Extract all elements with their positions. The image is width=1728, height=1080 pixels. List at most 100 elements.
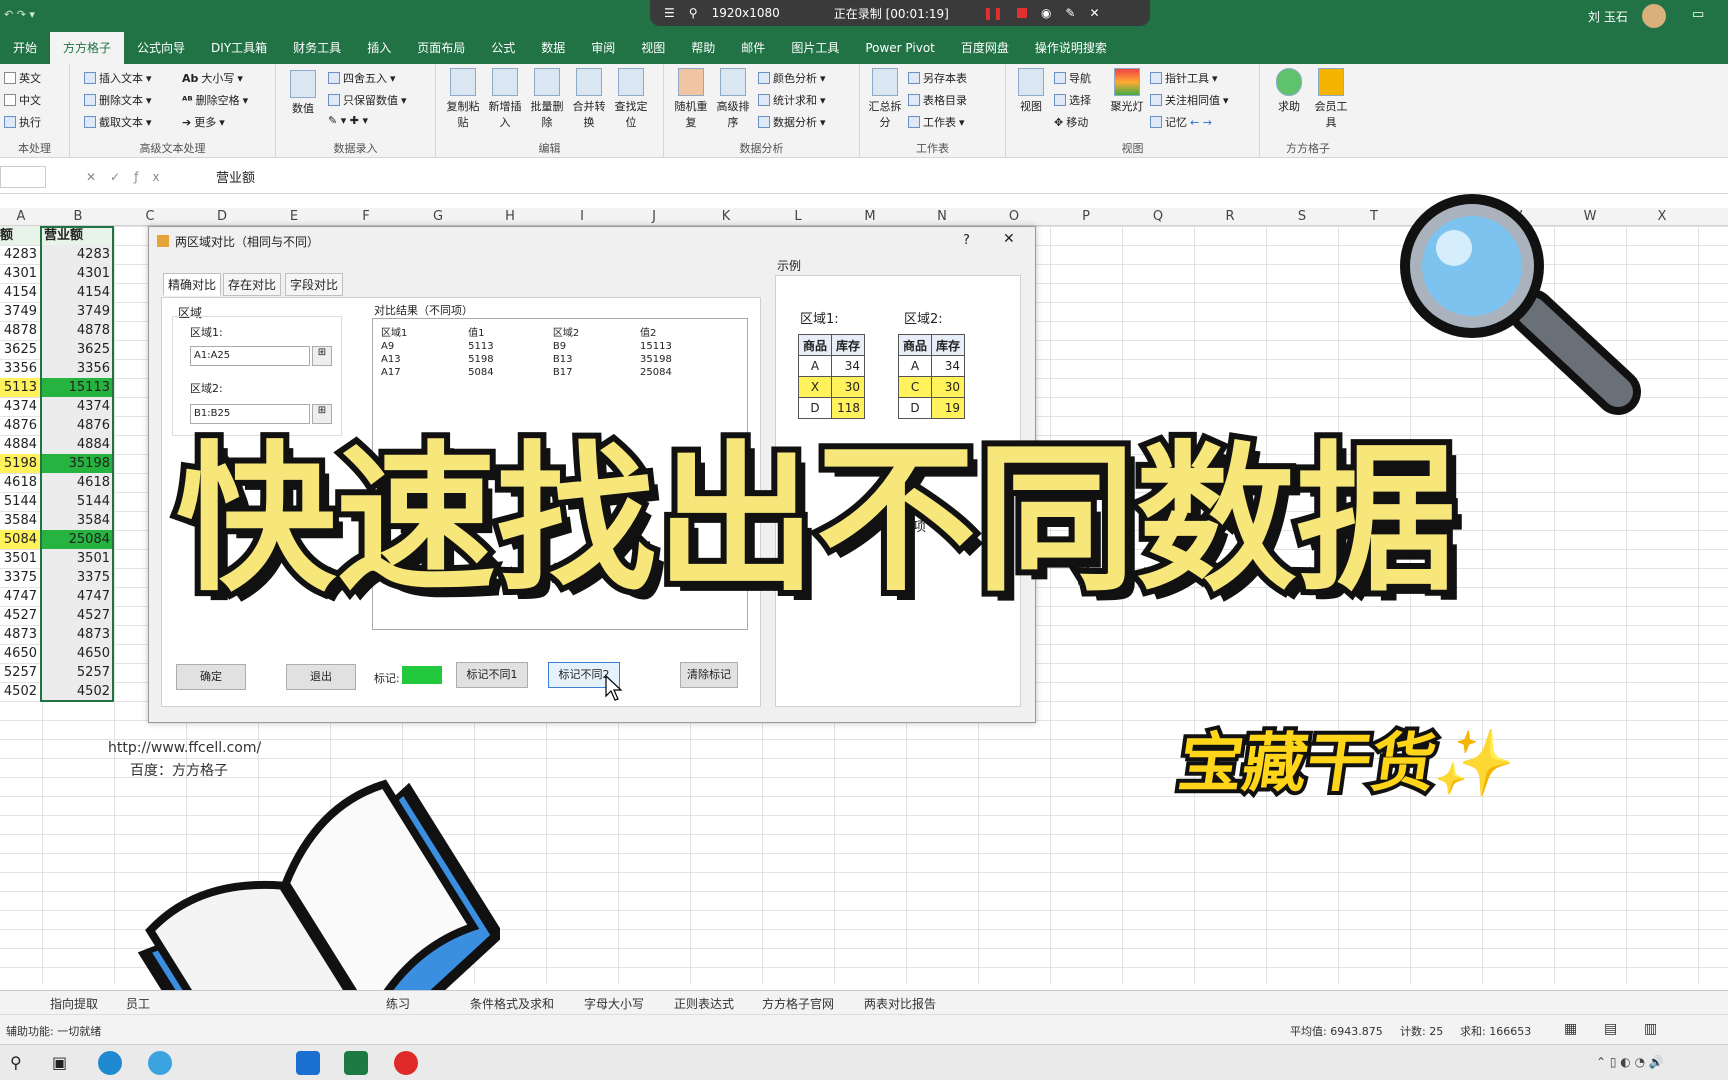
execute-button[interactable]: 执行 <box>4 114 41 130</box>
column-header[interactable]: S <box>1266 209 1338 224</box>
sheet-tab[interactable]: 字母大小写 <box>584 995 644 1012</box>
menu-icon[interactable]: ☰ <box>664 6 675 20</box>
insert-text-button[interactable]: 插入文本 ▾ <box>84 70 152 86</box>
cell-a[interactable]: 4283 <box>0 245 40 264</box>
move-button[interactable]: ✥ 移动 <box>1054 114 1088 130</box>
english-checkbox[interactable]: 英文 <box>4 70 41 86</box>
menu-tab[interactable]: 开始 <box>0 32 50 64</box>
page-break-icon[interactable]: ▥ <box>1644 1021 1657 1037</box>
mark-color-swatch[interactable] <box>402 666 442 684</box>
chinese-checkbox[interactable]: 中文 <box>4 92 41 108</box>
ribbon-display-icon[interactable]: ▭ <box>1692 7 1704 22</box>
extract-text-button[interactable]: 截取文本 ▾ <box>84 114 152 130</box>
excel-icon[interactable] <box>344 1051 368 1075</box>
stat-sum-button[interactable]: 统计求和 ▾ <box>758 92 826 108</box>
quick-access-toolbar[interactable]: ↶ ↷ ▾ <box>4 8 35 21</box>
edge-icon[interactable] <box>98 1051 122 1075</box>
normal-view-icon[interactable]: ▦ <box>1564 1021 1577 1037</box>
column-header[interactable]: O <box>978 209 1050 224</box>
cell-a[interactable]: 5084 <box>0 530 40 549</box>
search-icon[interactable]: ⚲ <box>10 1053 22 1072</box>
new-insert-button[interactable]: 新增插入 <box>488 68 522 130</box>
column-header[interactable]: L <box>762 209 834 224</box>
recorder-icon[interactable] <box>394 1051 418 1075</box>
cell-a[interactable]: 4374 <box>0 397 40 416</box>
cell-a[interactable]: 3625 <box>0 340 40 359</box>
sheet-tab[interactable]: 指向提取 <box>50 995 98 1012</box>
memory-button[interactable]: 记忆 ← → <box>1150 114 1212 130</box>
cell-a[interactable]: 4873 <box>0 625 40 644</box>
menu-tab[interactable]: 方方格子 <box>50 32 125 64</box>
more-button[interactable]: ➔ 更多 ▾ <box>182 114 225 130</box>
cell-a[interactable]: 4527 <box>0 606 40 625</box>
sheet-tab[interactable]: 方方格子官网 <box>762 995 834 1012</box>
save-sheet-button[interactable]: 另存本表 <box>908 70 967 86</box>
column-header[interactable]: M <box>834 209 906 224</box>
result-row[interactable]: A9 5113 B9 15113 <box>377 340 737 353</box>
app-icon[interactable] <box>296 1051 320 1075</box>
menu-tab[interactable]: Power Pivot <box>852 32 948 64</box>
column-header[interactable]: G <box>402 209 474 224</box>
cell-a[interactable]: 5144 <box>0 492 40 511</box>
clear-mark-button[interactable]: 清除标记 <box>680 662 738 688</box>
menu-tab[interactable]: 图片工具 <box>778 32 852 64</box>
result-row[interactable]: A17 5084 B17 25084 <box>377 366 737 379</box>
cell-a[interactable]: 3749 <box>0 302 40 321</box>
batch-delete-button[interactable]: 批量删除 <box>530 68 564 130</box>
column-header[interactable]: K <box>690 209 762 224</box>
browser-icon[interactable] <box>148 1051 172 1075</box>
menu-tab[interactable]: 插入 <box>354 32 404 64</box>
cell-a[interactable]: 4876 <box>0 416 40 435</box>
camera-icon[interactable]: ◉ <box>1041 6 1051 20</box>
menu-tab[interactable]: 帮助 <box>678 32 728 64</box>
view-button[interactable]: 视图 <box>1014 68 1048 114</box>
menu-tab[interactable]: 公式向导 <box>124 32 198 64</box>
cell-a[interactable]: 4650 <box>0 644 40 663</box>
tab-field-compare[interactable]: 字段对比 <box>285 273 344 296</box>
cell-a[interactable]: 3356 <box>0 359 40 378</box>
watch-same-value-button[interactable]: 关注相同值 ▾ <box>1150 92 1229 108</box>
navigate-button[interactable]: 导航 <box>1054 70 1091 86</box>
copy-paste-button[interactable]: 复制粘贴 <box>446 68 480 130</box>
formula-buttons[interactable]: ✕✓ƒx <box>86 170 206 184</box>
cell-a[interactable]: 4502 <box>0 682 40 701</box>
column-header[interactable]: H <box>474 209 546 224</box>
menu-tab[interactable]: 视图 <box>628 32 678 64</box>
column-header[interactable]: E <box>258 209 330 224</box>
cell-a[interactable]: 4154 <box>0 283 40 302</box>
column-header[interactable]: A <box>0 209 42 224</box>
sheet-tab[interactable]: 两表对比报告 <box>864 995 936 1012</box>
column-header[interactable]: J <box>618 209 690 224</box>
pin-icon[interactable]: ⚲ <box>689 6 698 20</box>
help-icon[interactable]: ? <box>963 233 970 248</box>
menu-tab[interactable]: 数据 <box>528 32 578 64</box>
cell-a[interactable]: 5198 <box>0 454 40 473</box>
range-select-icon[interactable]: ⊞ <box>312 346 332 366</box>
sheet-tab[interactable]: 条件格式及求和 <box>470 995 554 1012</box>
sheet-tab[interactable]: 练习 <box>386 995 410 1012</box>
pause-icon[interactable]: ❚❚ <box>983 6 1003 20</box>
tab-exact-compare[interactable]: 精确对比 <box>163 273 222 296</box>
column-header[interactable]: P <box>1050 209 1122 224</box>
random-repeat-button[interactable]: 随机重复 <box>674 68 708 130</box>
formula-input[interactable]: 营业额 <box>216 167 255 186</box>
result-row[interactable]: A13 5198 B13 35198 <box>377 353 737 366</box>
advanced-sort-button[interactable]: 高级排序 <box>716 68 750 130</box>
ok-button[interactable]: 确定 <box>176 664 246 690</box>
column-header[interactable]: N <box>906 209 978 224</box>
menu-tab[interactable]: 公式 <box>478 32 528 64</box>
table-toc-button[interactable]: 表格目录 <box>908 92 967 108</box>
stop-icon[interactable] <box>1016 8 1027 18</box>
column-header[interactable]: C <box>114 209 186 224</box>
delete-text-button[interactable]: 删除文本 ▾ <box>84 92 152 108</box>
close-icon[interactable]: ✕ <box>1003 231 1015 247</box>
close-icon[interactable]: ✕ <box>1089 6 1099 20</box>
menu-tab[interactable]: 邮件 <box>728 32 778 64</box>
color-analysis-button[interactable]: 颜色分析 ▾ <box>758 70 826 86</box>
column-header[interactable]: B <box>42 209 114 224</box>
plus-icon[interactable]: ✎ ▾ ✚ ▾ <box>328 114 368 127</box>
cell-a[interactable]: 3375 <box>0 568 40 587</box>
column-header[interactable]: F <box>330 209 402 224</box>
cell-a[interactable]: 4884 <box>0 435 40 454</box>
summary-split-button[interactable]: 汇总拆分 <box>868 68 902 130</box>
